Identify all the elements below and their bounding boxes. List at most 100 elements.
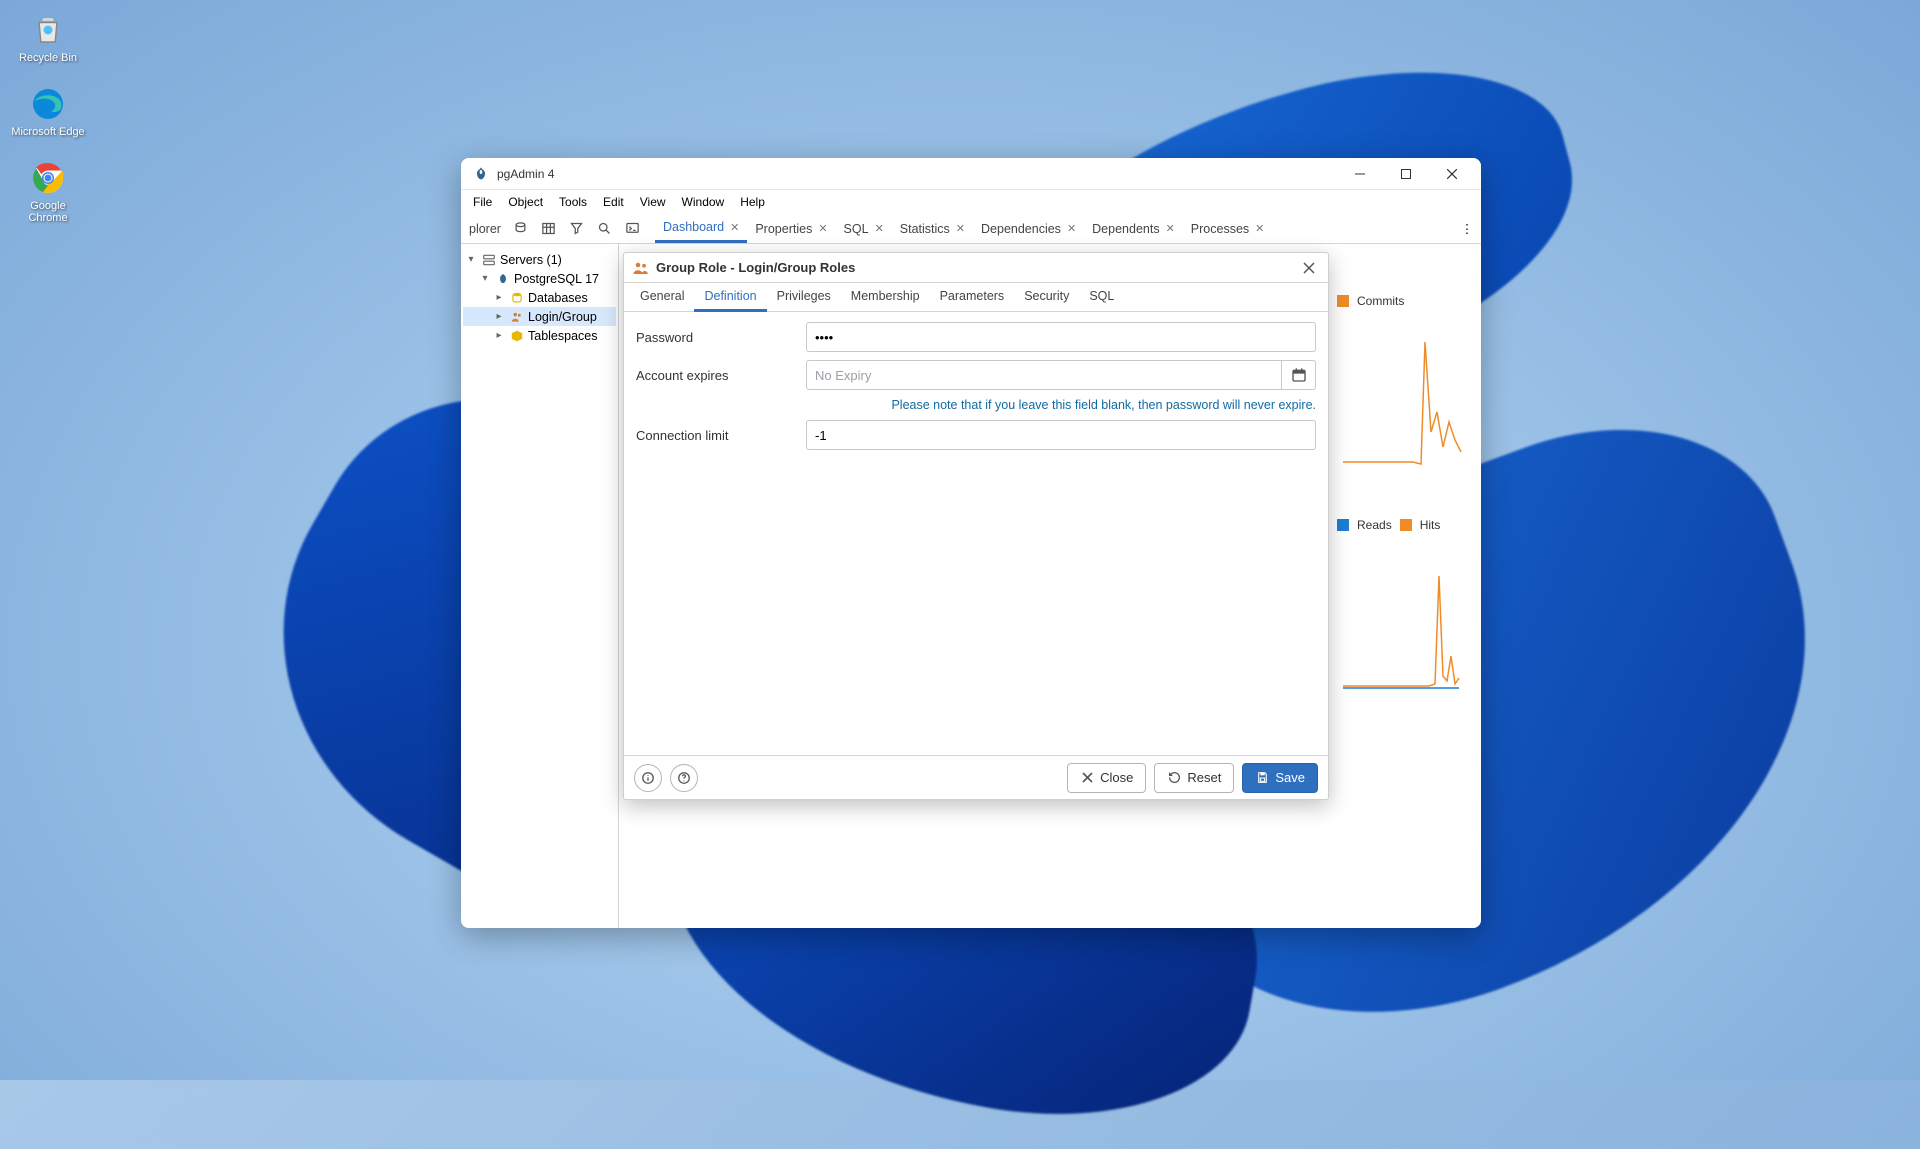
desktop-icon-label: Recycle Bin [19, 52, 77, 64]
chevron-down-icon[interactable]: ▾ [479, 273, 491, 284]
dlg-tab-security[interactable]: Security [1014, 283, 1079, 311]
login-roles-icon [509, 309, 524, 324]
expiry-hint: Please note that if you leave this field… [806, 398, 1316, 412]
close-icon[interactable]: ✕ [730, 221, 739, 234]
dlg-tab-parameters[interactable]: Parameters [930, 283, 1015, 311]
button-label: Save [1275, 770, 1305, 785]
desktop-icon-chrome[interactable]: Google Chrome [10, 158, 86, 224]
chart-reads-hits: Reads Hits [1333, 514, 1473, 696]
tab-statistics[interactable]: Statistics✕ [892, 214, 973, 243]
save-button[interactable]: Save [1242, 763, 1318, 793]
dlg-tab-definition[interactable]: Definition [694, 283, 766, 312]
reset-icon [1167, 771, 1181, 785]
object-tree[interactable]: ▾ Servers (1) ▾ PostgreSQL 17 ▸ Database… [461, 244, 619, 928]
tree-servers[interactable]: ▾ Servers (1) [463, 250, 616, 269]
sparkline-commits [1333, 312, 1463, 472]
chevron-right-icon[interactable]: ▸ [493, 311, 505, 322]
more-tabs-button[interactable]: ⋮ [1453, 221, 1481, 236]
maximize-button[interactable] [1383, 158, 1429, 190]
tab-sql[interactable]: SQL ✕ [836, 214, 892, 243]
tab-label: Dashboard [663, 220, 724, 234]
chevron-right-icon[interactable]: ▸ [493, 330, 505, 341]
search-objects-button[interactable] [591, 216, 619, 242]
chrome-icon [28, 158, 68, 198]
chevron-down-icon[interactable]: ▾ [465, 254, 477, 265]
reset-button[interactable]: Reset [1154, 763, 1234, 793]
calendar-button[interactable] [1282, 360, 1316, 390]
row-password: Password [636, 322, 1316, 352]
titlebar[interactable]: pgAdmin 4 [461, 158, 1481, 190]
dialog-header[interactable]: Group Role - Login/Group Roles [624, 253, 1328, 283]
tab-properties[interactable]: Properties✕ [747, 214, 835, 243]
help-button[interactable] [670, 764, 698, 792]
close-icon[interactable]: ✕ [818, 222, 827, 235]
view-data-button[interactable] [535, 216, 563, 242]
legend-label: Commits [1357, 294, 1404, 308]
menu-tools[interactable]: Tools [551, 193, 595, 211]
desktop-icon-recycle-bin[interactable]: Recycle Bin [10, 10, 86, 64]
menu-help[interactable]: Help [732, 193, 773, 211]
dialog-footer: Close Reset Save [624, 755, 1328, 799]
dialog-title: Group Role - Login/Group Roles [656, 260, 1298, 275]
close-icon[interactable]: ✕ [1067, 222, 1076, 235]
close-icon[interactable]: ✕ [956, 222, 965, 235]
close-icon[interactable]: ✕ [875, 222, 884, 235]
tree-server[interactable]: ▾ PostgreSQL 17 [463, 269, 616, 288]
menu-object[interactable]: Object [500, 193, 551, 211]
legend-label: Hits [1420, 518, 1441, 532]
tree-tablespaces[interactable]: ▸ Tablespaces [463, 326, 616, 345]
desktop-icon-edge[interactable]: Microsoft Edge [10, 84, 86, 138]
menu-file[interactable]: File [465, 193, 500, 211]
minimize-button[interactable] [1337, 158, 1383, 190]
tree-label: Login/Group [528, 310, 597, 324]
account-expires-field[interactable] [806, 360, 1282, 390]
menu-view[interactable]: View [632, 193, 674, 211]
tab-dependencies[interactable]: Dependencies✕ [973, 214, 1084, 243]
dlg-tab-sql[interactable]: SQL [1079, 283, 1124, 311]
chart-commits: Commits [1333, 290, 1473, 472]
query-tool-button[interactable] [507, 216, 535, 242]
postgres-icon [495, 271, 510, 286]
legend-swatch [1337, 295, 1349, 307]
connection-limit-field[interactable] [806, 420, 1316, 450]
psql-tool-button[interactable] [619, 216, 647, 242]
dialog-close-button[interactable] [1298, 257, 1320, 279]
tree-login-group[interactable]: ▸ Login/Group [463, 307, 616, 326]
close-window-button[interactable] [1429, 158, 1475, 190]
tab-label: SQL [844, 222, 869, 236]
explorer-label: plorer [463, 222, 507, 236]
tree-label: PostgreSQL 17 [514, 272, 599, 286]
servers-icon [481, 252, 496, 267]
dialog-tabs: General Definition Privileges Membership… [624, 283, 1328, 312]
chevron-right-icon[interactable]: ▸ [493, 292, 505, 303]
tab-dashboard[interactable]: Dashboard ✕ [655, 214, 747, 243]
label-account-expires: Account expires [636, 368, 796, 383]
tree-databases[interactable]: ▸ Databases [463, 288, 616, 307]
sparkline-reads-hits [1333, 536, 1463, 696]
tree-label: Servers (1) [500, 253, 562, 267]
database-icon [509, 290, 524, 305]
chart-legend: Commits [1333, 290, 1473, 312]
password-field[interactable] [806, 322, 1316, 352]
close-icon[interactable]: ✕ [1255, 222, 1264, 235]
menu-window[interactable]: Window [674, 193, 733, 211]
info-button[interactable] [634, 764, 662, 792]
tablespace-icon [509, 328, 524, 343]
close-icon[interactable]: ✕ [1166, 222, 1175, 235]
group-role-icon [632, 259, 650, 277]
close-button[interactable]: Close [1067, 763, 1146, 793]
dlg-tab-privileges[interactable]: Privileges [767, 283, 841, 311]
dlg-tab-membership[interactable]: Membership [841, 283, 930, 311]
window-title: pgAdmin 4 [497, 167, 1337, 181]
legend-label: Reads [1357, 518, 1392, 532]
tab-dependents[interactable]: Dependents✕ [1084, 214, 1183, 243]
filter-rows-button[interactable] [563, 216, 591, 242]
tab-processes[interactable]: Processes✕ [1183, 214, 1273, 243]
desktop-icons: Recycle Bin Microsoft Edge Google Chrome [10, 10, 86, 224]
desktop-icon-label: Microsoft Edge [11, 126, 84, 138]
toolbar: plorer [461, 216, 649, 242]
menu-edit[interactable]: Edit [595, 193, 632, 211]
dialog-body: Password Account expires Please note tha… [624, 312, 1328, 755]
dlg-tab-general[interactable]: General [630, 283, 694, 311]
edge-icon [28, 84, 68, 124]
